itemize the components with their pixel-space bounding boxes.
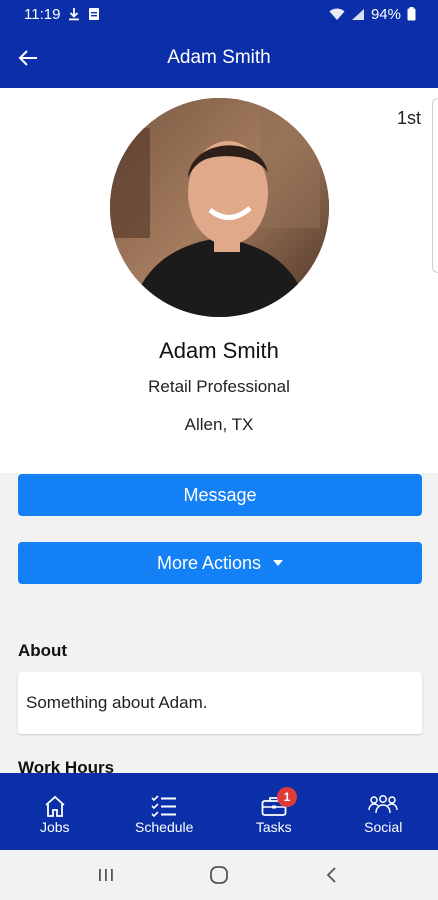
battery-percent: 94% (370, 5, 401, 23)
profile-name: Adam Smith (159, 338, 279, 363)
message-button-label: Message (183, 484, 257, 505)
document-icon (88, 7, 100, 21)
about-heading: About (18, 641, 68, 660)
status-left: 11:19 (24, 6, 100, 23)
profile-card: 1st Adam Smith Retail Professional Allen… (0, 88, 438, 473)
status-time: 11:19 (24, 5, 61, 23)
back-button[interactable] (14, 44, 42, 72)
side-drawer-handle[interactable] (432, 98, 438, 273)
message-button[interactable]: Message (18, 474, 422, 516)
nav-label-tasks: Tasks (255, 818, 292, 835)
about-text-box: Something about Adam. (18, 672, 422, 734)
nav-label-schedule: Schedule (135, 818, 194, 835)
app-bar: Adam Smith (0, 28, 438, 88)
wifi-icon (329, 8, 345, 21)
chevron-left-icon (326, 867, 336, 883)
home-icon (43, 791, 67, 817)
avatar-photo (110, 98, 329, 317)
nav-item-social[interactable]: Social (329, 773, 438, 850)
home-button[interactable] (199, 860, 239, 890)
nav-item-schedule[interactable]: Schedule (110, 773, 220, 850)
avatar[interactable] (110, 98, 329, 317)
nav-label-social: Social (364, 818, 403, 835)
nav-item-tasks[interactable]: Tasks 1 (219, 773, 329, 850)
caret-down-icon (273, 560, 284, 566)
recent-apps-button[interactable] (86, 860, 126, 890)
system-back-button[interactable] (312, 860, 352, 890)
home-circle-icon (210, 866, 228, 884)
profile-role: Retail Professional (148, 377, 290, 396)
checklist-icon (151, 791, 177, 817)
recent-apps-icon (99, 869, 114, 881)
bottom-nav: Jobs Schedule Tasks 1 Social (0, 773, 438, 850)
nav-label-jobs: Jobs (39, 818, 70, 835)
system-nav-bar (0, 850, 438, 900)
more-actions-label: More Actions (156, 552, 262, 573)
people-icon (368, 791, 398, 817)
download-icon (68, 7, 80, 21)
status-bar: 11:19 94% (0, 0, 438, 28)
connection-degree: 1st (396, 108, 421, 128)
profile-location: Allen, TX (184, 415, 254, 434)
signal-icon (351, 8, 365, 21)
battery-icon (407, 7, 416, 21)
back-arrow-icon (18, 50, 37, 66)
page-title: Adam Smith (167, 47, 271, 68)
more-actions-button[interactable]: More Actions (18, 542, 422, 584)
nav-item-jobs[interactable]: Jobs (0, 773, 110, 850)
status-right: 94% (329, 6, 416, 23)
about-text: Something about Adam. (26, 693, 208, 712)
tasks-badge: 1 (277, 787, 297, 807)
